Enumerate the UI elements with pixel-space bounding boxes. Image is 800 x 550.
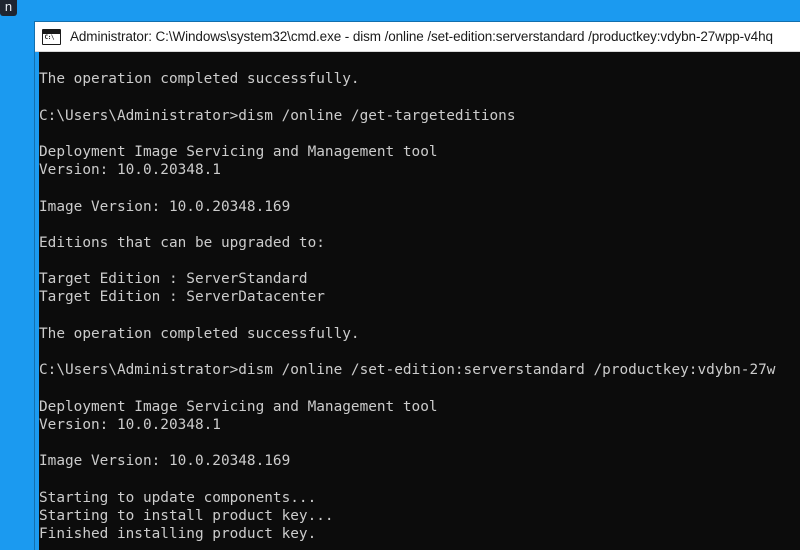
cmd-icon: C:\ (42, 28, 61, 45)
window-title-bar[interactable]: C:\ Administrator: C:\Windows\system32\c… (35, 22, 800, 52)
window-title-text: Administrator: C:\Windows\system32\cmd.e… (70, 29, 773, 44)
console-line: Finished installing product key. (39, 525, 317, 542)
console-line: C:\Users\Administrator>dism /online /get… (39, 107, 516, 124)
cmd-icon-glyph: C:\ (44, 34, 55, 41)
command-prompt-window[interactable]: C:\ Administrator: C:\Windows\system32\c… (35, 22, 800, 550)
console-line: Target Edition : ServerDatacenter (39, 289, 325, 306)
console-line: Starting to update components... (39, 489, 317, 506)
console-line: The operation completed successfully. (39, 325, 360, 342)
console-line: Starting to install product key... (39, 507, 334, 524)
console-line: Deployment Image Servicing and Managemen… (39, 398, 438, 415)
console-line: Image Version: 10.0.20348.169 (39, 453, 291, 470)
console-line: Target Edition : ServerStandard (39, 271, 308, 288)
console-line: Version: 10.0.20348.1 (39, 162, 221, 179)
console-line: C:\Users\Administrator>dism /online /set… (39, 362, 776, 379)
desktop-icon-fragment[interactable]: n (0, 0, 17, 16)
console-text-buffer: The operation completed successfully. C:… (35, 52, 800, 543)
console-line: Version: 10.0.20348.1 (39, 416, 221, 433)
screen-root: n C:\ Administrator: C:\Windows\system32… (0, 0, 800, 550)
console-line: Deployment Image Servicing and Managemen… (39, 143, 438, 160)
console-line: Image Version: 10.0.20348.169 (39, 198, 291, 215)
console-output-area[interactable]: The operation completed successfully. C:… (35, 52, 800, 550)
console-line: Editions that can be upgraded to: (39, 234, 325, 251)
console-line: The operation completed successfully. (39, 71, 360, 88)
